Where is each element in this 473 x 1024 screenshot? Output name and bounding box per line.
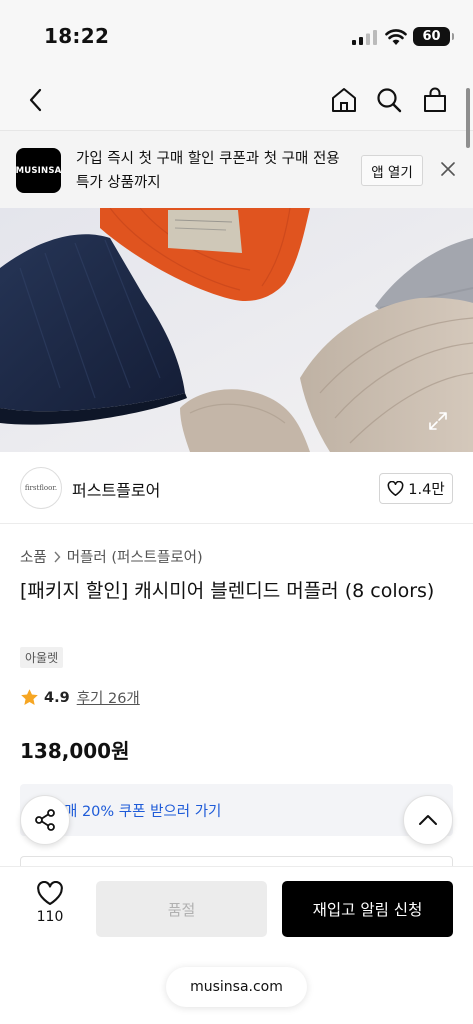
coupon-banner[interactable]: 매 20% 쿠폰 받으러 가기 bbox=[20, 784, 453, 836]
browser-url-bar[interactable]: musinsa.com bbox=[166, 967, 307, 1007]
home-icon bbox=[332, 88, 356, 112]
battery-indicator: 60 bbox=[413, 27, 454, 46]
top-navigation bbox=[0, 72, 473, 130]
status-time: 18:22 bbox=[44, 24, 110, 48]
outlet-badge: 아울렛 bbox=[20, 647, 64, 668]
home-button[interactable] bbox=[324, 80, 364, 120]
open-app-button[interactable]: 앱 열기 bbox=[361, 155, 423, 186]
banner-message: 가입 즉시 첫 구매 할인 쿠폰과 첫 구매 전용 특가 상품까지 bbox=[76, 151, 340, 191]
close-icon bbox=[441, 162, 455, 176]
chevron-right-icon bbox=[54, 551, 61, 562]
scrollbar[interactable] bbox=[466, 88, 470, 148]
bottom-action-bar: 110 품절 재입고 알림 신청 musinsa.com bbox=[0, 866, 473, 1024]
rating-value: 4.9 bbox=[44, 689, 70, 706]
soldout-button: 품절 bbox=[96, 881, 267, 937]
cellular-signal-icon bbox=[352, 30, 377, 45]
heart-icon bbox=[387, 481, 404, 496]
banner-close-button[interactable] bbox=[436, 157, 460, 181]
product-price: 138,000원 bbox=[20, 739, 130, 763]
star-icon bbox=[21, 689, 38, 705]
scroll-to-top-button[interactable] bbox=[403, 795, 453, 845]
brand-name[interactable]: 퍼스트플로어 bbox=[72, 477, 160, 501]
expand-image-button[interactable] bbox=[422, 405, 454, 437]
shopping-bag-icon bbox=[424, 87, 446, 112]
breadcrumb-subcategory[interactable]: 머플러 (퍼스트플로어) bbox=[67, 546, 203, 567]
brand-avatar[interactable]: firstfloor. bbox=[20, 467, 62, 509]
chevron-left-icon bbox=[29, 88, 42, 112]
status-bar: 18:22 60 bbox=[0, 0, 473, 72]
brand-like-button[interactable]: 1.4만 bbox=[379, 473, 453, 504]
cart-button[interactable] bbox=[415, 80, 455, 120]
wishlist-button[interactable]: 110 bbox=[20, 881, 80, 939]
app-install-banner: MUSINSA 가입 즉시 첫 구매 할인 쿠폰과 첫 구매 전용 특가 상품까… bbox=[0, 130, 473, 208]
search-icon bbox=[377, 88, 402, 113]
back-button[interactable] bbox=[16, 80, 56, 120]
product-photo bbox=[0, 208, 473, 452]
search-button[interactable] bbox=[369, 80, 409, 120]
share-icon bbox=[35, 809, 55, 831]
brand-row[interactable]: firstfloor. 퍼스트플로어 1.4만 bbox=[0, 452, 473, 524]
breadcrumb-category[interactable]: 소품 bbox=[20, 546, 47, 567]
rating-row: 4.9 후기 26개 bbox=[20, 687, 140, 708]
breadcrumb: 소품 머플러 (퍼스트플로어) bbox=[20, 546, 203, 567]
expand-icon bbox=[429, 412, 447, 430]
coupon-text[interactable]: 매 20% 쿠폰 받으러 가기 bbox=[64, 800, 221, 821]
share-button[interactable] bbox=[20, 795, 70, 845]
brand-like-count: 1.4만 bbox=[408, 482, 445, 498]
heart-icon bbox=[37, 881, 63, 906]
chevron-up-icon bbox=[419, 815, 437, 825]
wifi-icon bbox=[385, 29, 407, 45]
wishlist-count: 110 bbox=[36, 909, 64, 925]
review-count-link[interactable]: 후기 26개 bbox=[77, 687, 140, 708]
musinsa-logo: MUSINSA bbox=[16, 148, 61, 193]
restock-alert-button[interactable]: 재입고 알림 신청 bbox=[282, 881, 453, 937]
product-title: [패키지 할인] 캐시미어 블렌디드 머플러 (8 colors) bbox=[20, 580, 435, 602]
product-image[interactable] bbox=[0, 208, 473, 452]
